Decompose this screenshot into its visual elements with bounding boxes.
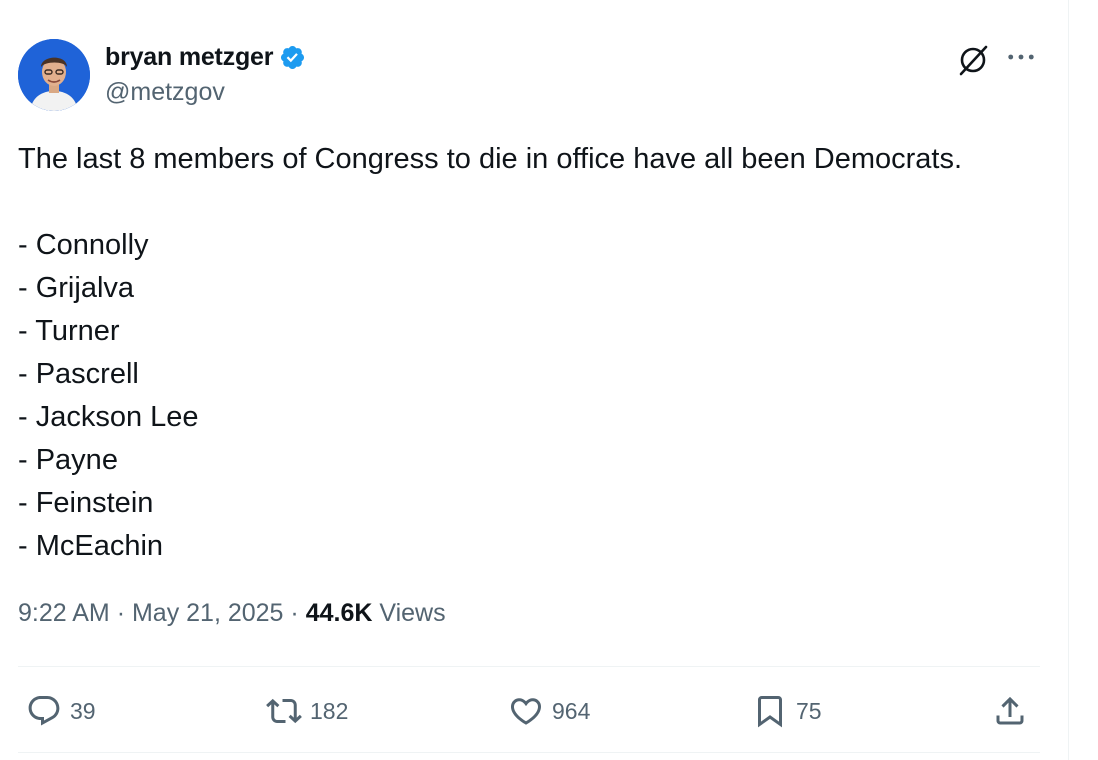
like-button[interactable]: 964 <box>508 688 590 734</box>
tweet-time[interactable]: 9:22 AM <box>18 599 110 627</box>
reply-count: 39 <box>70 697 96 724</box>
grok-icon[interactable] <box>955 42 991 78</box>
share-button[interactable] <box>992 688 1028 734</box>
tweet-text-line: The last 8 members of Congress to die in… <box>18 143 963 175</box>
action-bar: 39 182 964 75 <box>18 688 1040 734</box>
tweet-text-line: - Jackson Lee <box>18 401 199 433</box>
views-count[interactable]: 44.6K <box>306 599 373 627</box>
reply-icon <box>28 696 60 726</box>
tweet-date[interactable]: May 21, 2025 <box>132 599 284 627</box>
tweet-text-line: - Turner <box>18 315 120 347</box>
more-options-icon[interactable] <box>1002 40 1040 74</box>
right-border <box>1068 0 1069 760</box>
divider <box>18 752 1040 753</box>
meta-separator: · <box>116 599 126 627</box>
repost-count: 182 <box>310 697 349 724</box>
heart-icon <box>510 698 542 725</box>
tweet-text-line <box>18 181 1058 224</box>
author-name-row[interactable]: bryan metzger <box>105 40 306 74</box>
verified-badge-icon[interactable] <box>279 44 306 71</box>
tweet-text-line: - Connolly <box>18 229 149 261</box>
tweet-text-line: - Payne <box>18 444 118 476</box>
bookmark-icon <box>758 696 782 728</box>
share-icon <box>996 696 1024 725</box>
meta-separator: · <box>290 599 299 627</box>
tweet-text-line: - McEachin <box>18 530 164 562</box>
reply-button[interactable]: 39 <box>26 688 96 734</box>
bookmark-button[interactable]: 75 <box>752 688 822 734</box>
repost-button[interactable]: 182 <box>266 688 348 734</box>
repost-icon <box>266 698 302 724</box>
tweet-text-line: - Grijalva <box>18 272 135 304</box>
divider <box>18 666 1040 667</box>
views-label[interactable]: Views <box>379 599 445 627</box>
tweet-meta: 9:22 AM · May 21, 2025 · 44.6K Views <box>18 599 446 628</box>
tweet-text-line: - Feinstein <box>18 487 154 519</box>
author-handle[interactable]: @metzgov <box>105 78 225 107</box>
bookmark-count: 75 <box>796 697 822 724</box>
tweet: bryan metzger @metzgov The last 8 member… <box>0 0 1068 760</box>
tweet-text-line: - Pascrell <box>18 358 139 390</box>
author-display-name[interactable]: bryan metzger <box>105 43 273 72</box>
like-count: 964 <box>552 697 591 724</box>
tweet-text: The last 8 members of Congress to die in… <box>18 138 1058 568</box>
avatar[interactable] <box>18 39 90 111</box>
